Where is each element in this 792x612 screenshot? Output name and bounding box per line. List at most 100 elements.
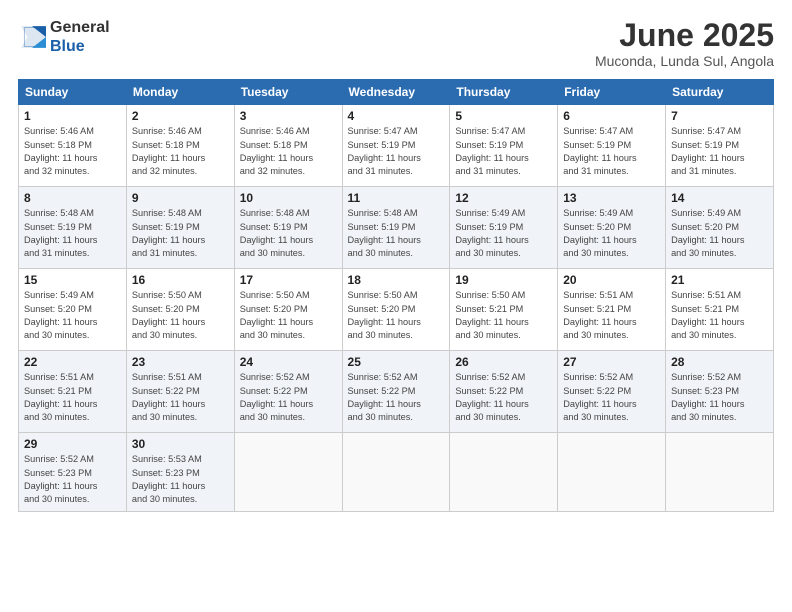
day-cell: 17 Sunrise: 5:50 AM Sunset: 5:20 PM Dayli… bbox=[234, 269, 342, 351]
day-number: 10 bbox=[240, 191, 337, 205]
day-info: Sunrise: 5:53 AM Sunset: 5:23 PM Dayligh… bbox=[132, 453, 229, 506]
day-number: 5 bbox=[455, 109, 552, 123]
day-info: Sunrise: 5:52 AM Sunset: 5:22 PM Dayligh… bbox=[563, 371, 660, 424]
day-info: Sunrise: 5:50 AM Sunset: 5:20 PM Dayligh… bbox=[132, 289, 229, 342]
day-cell: 2 Sunrise: 5:46 AM Sunset: 5:18 PM Daylig… bbox=[126, 105, 234, 187]
day-info: Sunrise: 5:49 AM Sunset: 5:20 PM Dayligh… bbox=[563, 207, 660, 260]
day-number: 25 bbox=[348, 355, 445, 369]
day-cell: 22 Sunrise: 5:51 AM Sunset: 5:21 PM Dayli… bbox=[19, 351, 127, 433]
day-cell: 5 Sunrise: 5:47 AM Sunset: 5:19 PM Daylig… bbox=[450, 105, 558, 187]
header-cell-monday: Monday bbox=[126, 80, 234, 105]
header-cell-friday: Friday bbox=[558, 80, 666, 105]
day-info: Sunrise: 5:48 AM Sunset: 5:19 PM Dayligh… bbox=[348, 207, 445, 260]
day-info: Sunrise: 5:48 AM Sunset: 5:19 PM Dayligh… bbox=[24, 207, 121, 260]
week-row-1: 1 Sunrise: 5:46 AM Sunset: 5:18 PM Daylig… bbox=[19, 105, 774, 187]
day-info: Sunrise: 5:49 AM Sunset: 5:20 PM Dayligh… bbox=[671, 207, 768, 260]
day-number: 1 bbox=[24, 109, 121, 123]
day-number: 28 bbox=[671, 355, 768, 369]
week-row-2: 8 Sunrise: 5:48 AM Sunset: 5:19 PM Daylig… bbox=[19, 187, 774, 269]
day-number: 21 bbox=[671, 273, 768, 287]
day-info: Sunrise: 5:47 AM Sunset: 5:19 PM Dayligh… bbox=[671, 125, 768, 178]
day-number: 26 bbox=[455, 355, 552, 369]
day-number: 29 bbox=[24, 437, 121, 451]
day-info: Sunrise: 5:52 AM Sunset: 5:22 PM Dayligh… bbox=[348, 371, 445, 424]
day-cell: 18 Sunrise: 5:50 AM Sunset: 5:20 PM Dayli… bbox=[342, 269, 450, 351]
day-cell bbox=[234, 433, 342, 511]
day-cell: 19 Sunrise: 5:50 AM Sunset: 5:21 PM Dayli… bbox=[450, 269, 558, 351]
day-cell: 7 Sunrise: 5:47 AM Sunset: 5:19 PM Daylig… bbox=[666, 105, 774, 187]
day-info: Sunrise: 5:48 AM Sunset: 5:19 PM Dayligh… bbox=[240, 207, 337, 260]
day-number: 16 bbox=[132, 273, 229, 287]
week-row-3: 15 Sunrise: 5:49 AM Sunset: 5:20 PM Dayli… bbox=[19, 269, 774, 351]
title-block: June 2025 Muconda, Lunda Sul, Angola bbox=[595, 18, 774, 69]
logo-blue: Blue bbox=[50, 37, 110, 56]
day-cell: 10 Sunrise: 5:48 AM Sunset: 5:19 PM Dayli… bbox=[234, 187, 342, 269]
day-cell: 8 Sunrise: 5:48 AM Sunset: 5:19 PM Daylig… bbox=[19, 187, 127, 269]
logo-icon bbox=[18, 23, 46, 51]
day-number: 11 bbox=[348, 191, 445, 205]
day-cell: 4Sunrise: 5:47 AM Sunset: 5:19 PM Daylig… bbox=[342, 105, 450, 187]
day-number: 15 bbox=[24, 273, 121, 287]
day-info: Sunrise: 5:47 AM Sunset: 5:19 PM Dayligh… bbox=[563, 125, 660, 178]
day-number: 22 bbox=[24, 355, 121, 369]
day-info: Sunrise: 5:47 AM Sunset: 5:19 PM Dayligh… bbox=[455, 125, 552, 178]
day-info: Sunrise: 5:50 AM Sunset: 5:21 PM Dayligh… bbox=[455, 289, 552, 342]
day-number: 18 bbox=[348, 273, 445, 287]
day-info: Sunrise: 5:52 AM Sunset: 5:22 PM Dayligh… bbox=[240, 371, 337, 424]
day-cell: 21Sunrise: 5:51 AM Sunset: 5:21 PM Dayli… bbox=[666, 269, 774, 351]
header-cell-saturday: Saturday bbox=[666, 80, 774, 105]
logo: General Blue bbox=[18, 18, 110, 56]
day-number: 17 bbox=[240, 273, 337, 287]
day-info: Sunrise: 5:50 AM Sunset: 5:20 PM Dayligh… bbox=[240, 289, 337, 342]
day-number: 30 bbox=[132, 437, 229, 451]
day-cell: 15 Sunrise: 5:49 AM Sunset: 5:20 PM Dayli… bbox=[19, 269, 127, 351]
day-number: 12 bbox=[455, 191, 552, 205]
page: General Blue June 2025 Muconda, Lunda Su… bbox=[0, 0, 792, 612]
week-row-4: 22 Sunrise: 5:51 AM Sunset: 5:21 PM Dayli… bbox=[19, 351, 774, 433]
header-cell-wednesday: Wednesday bbox=[342, 80, 450, 105]
day-info: Sunrise: 5:48 AM Sunset: 5:19 PM Dayligh… bbox=[132, 207, 229, 260]
day-info: Sunrise: 5:46 AM Sunset: 5:18 PM Dayligh… bbox=[24, 125, 121, 178]
day-cell bbox=[666, 433, 774, 511]
day-number: 8 bbox=[24, 191, 121, 205]
week-row-5: 29 Sunrise: 5:52 AM Sunset: 5:23 PM Dayli… bbox=[19, 433, 774, 511]
day-number: 9 bbox=[132, 191, 229, 205]
day-info: Sunrise: 5:49 AM Sunset: 5:19 PM Dayligh… bbox=[455, 207, 552, 260]
day-info: Sunrise: 5:50 AM Sunset: 5:20 PM Dayligh… bbox=[348, 289, 445, 342]
day-cell: 14 Sunrise: 5:49 AM Sunset: 5:20 PM Dayli… bbox=[666, 187, 774, 269]
day-info: Sunrise: 5:52 AM Sunset: 5:23 PM Dayligh… bbox=[671, 371, 768, 424]
day-cell bbox=[342, 433, 450, 511]
day-info: Sunrise: 5:46 AM Sunset: 5:18 PM Dayligh… bbox=[240, 125, 337, 178]
day-cell: 24 Sunrise: 5:52 AM Sunset: 5:22 PM Dayli… bbox=[234, 351, 342, 433]
day-cell: 27 Sunrise: 5:52 AM Sunset: 5:22 PM Dayli… bbox=[558, 351, 666, 433]
day-info: Sunrise: 5:52 AM Sunset: 5:23 PM Dayligh… bbox=[24, 453, 121, 506]
day-cell: 26Sunrise: 5:52 AM Sunset: 5:22 PM Dayli… bbox=[450, 351, 558, 433]
header-cell-thursday: Thursday bbox=[450, 80, 558, 105]
day-number: 19 bbox=[455, 273, 552, 287]
day-cell: 16 Sunrise: 5:50 AM Sunset: 5:20 PM Dayli… bbox=[126, 269, 234, 351]
day-cell: 25 Sunrise: 5:52 AM Sunset: 5:22 PM Dayli… bbox=[342, 351, 450, 433]
day-number: 13 bbox=[563, 191, 660, 205]
day-number: 7 bbox=[671, 109, 768, 123]
day-cell: 29 Sunrise: 5:52 AM Sunset: 5:23 PM Dayli… bbox=[19, 433, 127, 511]
day-cell: 23 Sunrise: 5:51 AM Sunset: 5:22 PM Dayli… bbox=[126, 351, 234, 433]
location-title: Muconda, Lunda Sul, Angola bbox=[595, 53, 774, 69]
day-cell: 20Sunrise: 5:51 AM Sunset: 5:21 PM Dayli… bbox=[558, 269, 666, 351]
header-row: SundayMondayTuesdayWednesdayThursdayFrid… bbox=[19, 80, 774, 105]
day-cell: 28 Sunrise: 5:52 AM Sunset: 5:23 PM Dayli… bbox=[666, 351, 774, 433]
day-number: 2 bbox=[132, 109, 229, 123]
day-info: Sunrise: 5:49 AM Sunset: 5:20 PM Dayligh… bbox=[24, 289, 121, 342]
day-number: 27 bbox=[563, 355, 660, 369]
day-cell bbox=[450, 433, 558, 511]
day-info: Sunrise: 5:51 AM Sunset: 5:21 PM Dayligh… bbox=[24, 371, 121, 424]
header-cell-sunday: Sunday bbox=[19, 80, 127, 105]
day-number: 4 bbox=[348, 109, 445, 123]
day-number: 23 bbox=[132, 355, 229, 369]
day-cell: 30 Sunrise: 5:53 AM Sunset: 5:23 PM Dayli… bbox=[126, 433, 234, 511]
day-info: Sunrise: 5:46 AM Sunset: 5:18 PM Dayligh… bbox=[132, 125, 229, 178]
day-number: 14 bbox=[671, 191, 768, 205]
day-info: Sunrise: 5:51 AM Sunset: 5:22 PM Dayligh… bbox=[132, 371, 229, 424]
day-number: 24 bbox=[240, 355, 337, 369]
day-number: 6 bbox=[563, 109, 660, 123]
calendar-table: SundayMondayTuesdayWednesdayThursdayFrid… bbox=[18, 79, 774, 511]
